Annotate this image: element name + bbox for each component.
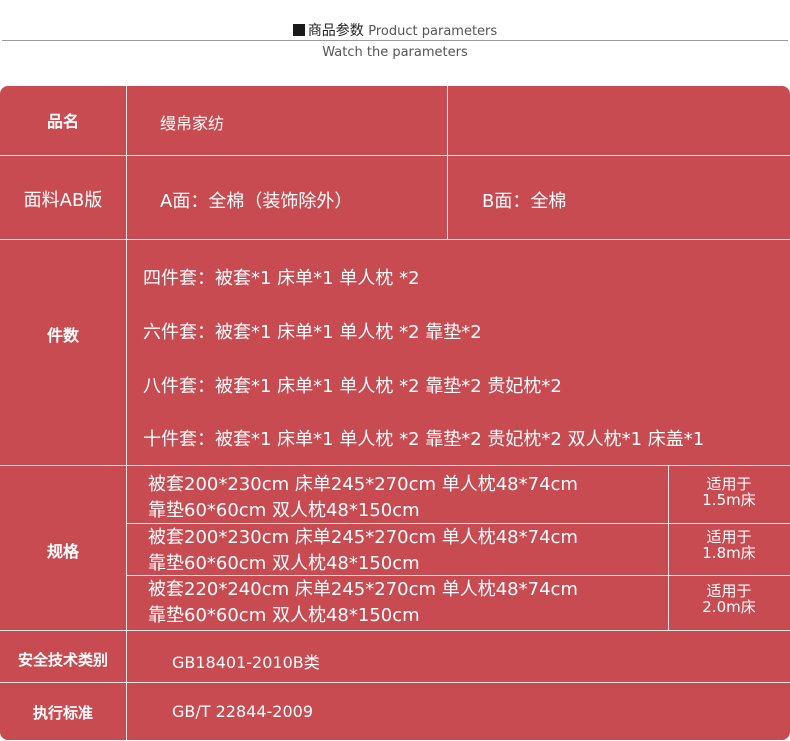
fit-size: 1.5m床	[702, 491, 756, 509]
spec-fit: 适用于 2.0m床	[668, 583, 790, 615]
fabric-b-side: B面：全棉	[482, 191, 567, 212]
fit-size: 1.8m床	[702, 544, 756, 562]
spec-line: 靠垫60*60cm 双人枕48*150cm	[148, 553, 420, 574]
fabric-a-side: A面：全棉（装饰除外）	[160, 191, 353, 212]
standard-label: 执行标准	[32, 704, 93, 722]
fit-size: 2.0m床	[702, 598, 756, 616]
header-divider	[2, 40, 788, 41]
safety-value: GB18401-2010B类	[172, 653, 320, 672]
fit-label: 适用于	[706, 582, 752, 600]
section-title-cn: 商品参数	[307, 23, 364, 39]
spec-item: 被套200*230cm 床单245*270cm 单人枕48*74cm 靠垫60*…	[148, 472, 578, 524]
spec-line: 被套200*230cm 床单245*270cm 单人枕48*74cm	[148, 527, 578, 548]
row-divider	[0, 630, 790, 631]
spec-line: 靠垫60*60cm 双人枕48*150cm	[148, 605, 420, 626]
row-divider	[0, 465, 790, 466]
spec-item: 被套220*240cm 床单245*270cm 单人枕48*74cm 靠垫60*…	[148, 577, 578, 629]
fit-label: 适用于	[706, 475, 752, 493]
brand-label: 品名	[46, 112, 79, 131]
safety-label: 安全技术类别	[17, 651, 108, 669]
spec-fit: 适用于 1.5m床	[668, 476, 790, 508]
pieces-label: 件数	[46, 326, 79, 345]
spec-line: 被套220*240cm 床单245*270cm 单人枕48*74cm	[148, 579, 578, 600]
fabric-label: 面料AB版	[23, 190, 103, 211]
spec-line: 靠垫60*60cm 双人枕48*150cm	[148, 500, 420, 521]
row-divider	[0, 155, 790, 156]
square-bullet-icon	[292, 24, 305, 36]
column-divider	[447, 86, 448, 239]
spec-line: 被套200*230cm 床单245*270cm 单人枕48*74cm	[148, 474, 578, 495]
row-divider	[0, 239, 790, 240]
spec-fit: 适用于 1.8m床	[668, 529, 790, 561]
pieces-item: 十件套：被套*1 床单*1 单人枕 *2 靠垫*2 贵妃枕*2 双人枕*1 床盖…	[143, 429, 705, 450]
pieces-item: 四件套：被套*1 床单*1 单人枕 *2	[143, 268, 420, 289]
fit-label: 适用于	[706, 528, 752, 546]
parameters-table: 品名 缦帛家纺 面料AB版 A面：全棉（装饰除外） B面：全棉 件数 四件套：被…	[0, 86, 790, 740]
section-title: 商品参数 Product parameters	[0, 20, 790, 40]
section-title-en: Product parameters	[368, 24, 498, 39]
specs-label: 规格	[46, 542, 79, 561]
brand-value: 缦帛家纺	[160, 114, 225, 133]
standard-value: GB/T 22844-2009	[172, 702, 314, 721]
pieces-item: 六件套：被套*1 床单*1 单人枕 *2 靠垫*2	[143, 322, 482, 343]
spec-item: 被套200*230cm 床单245*270cm 单人枕48*74cm 靠垫60*…	[148, 525, 578, 577]
section-subtitle: Watch the parameters	[322, 45, 468, 60]
pieces-item: 八件套：被套*1 床单*1 单人枕 *2 靠垫*2 贵妃枕*2	[143, 376, 562, 397]
column-divider	[126, 86, 127, 740]
row-divider	[0, 682, 790, 683]
